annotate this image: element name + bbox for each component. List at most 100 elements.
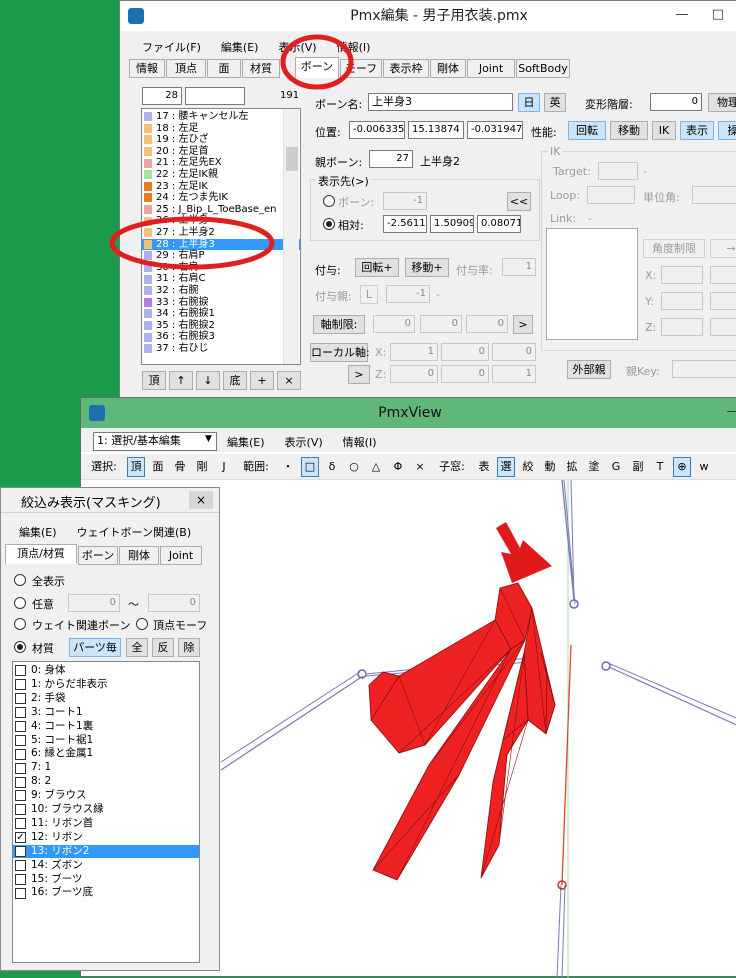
bone-list-item[interactable]: 21 : 左足先EX [142, 157, 300, 169]
list-delete-button[interactable]: × [277, 371, 301, 390]
material-list-item[interactable]: 6: 縁と金属1 [13, 747, 199, 761]
material-checkbox[interactable] [15, 707, 26, 719]
bone-search-input[interactable] [185, 87, 245, 105]
local-x-1[interactable]: 1 [390, 343, 438, 361]
local-arrow-button[interactable]: > [348, 365, 370, 384]
view-toolbar-item[interactable]: × [411, 457, 429, 477]
material-checkbox[interactable] [15, 734, 26, 746]
view-toolbar-item[interactable]: □ [301, 457, 319, 477]
position-x[interactable]: -0.006335 [349, 121, 405, 139]
mask-tab-vertex-material[interactable]: 頂点/材質 [5, 544, 77, 564]
material-list-item[interactable]: 4: コート1裏 [13, 720, 199, 734]
material-checkbox[interactable] [15, 804, 26, 816]
display-bone-input[interactable]: -1 [383, 192, 427, 210]
local-x-3[interactable]: 0 [492, 343, 536, 361]
tab-vertex[interactable]: 頂点 [166, 59, 206, 78]
any-to-input[interactable]: 0 [148, 594, 200, 612]
menu-file[interactable]: ファイル(F) [132, 39, 211, 55]
local-axis-button[interactable]: ローカル軸: [310, 343, 370, 362]
axis-arrow-button[interactable]: > [513, 315, 533, 334]
material-checkbox[interactable] [15, 887, 26, 899]
tab-material[interactable]: 材質 [242, 59, 280, 78]
physics-after-button[interactable]: 物理 [708, 93, 736, 112]
view-menu-view[interactable]: 表示(V) [275, 434, 333, 450]
view-toolbar-item[interactable]: 頂 [127, 457, 145, 477]
material-list-item[interactable]: 2: 手袋 [13, 692, 199, 706]
view-toolbar-item[interactable]: J [215, 457, 233, 477]
view-toolbar-item[interactable]: △ [367, 457, 385, 477]
material-checkbox[interactable] [15, 873, 26, 885]
relative-z[interactable]: 0.08071 [477, 215, 521, 233]
material-list-item[interactable]: 0: 身体 [13, 664, 199, 678]
tab-softbody[interactable]: SoftBody [516, 59, 570, 78]
material-checkbox[interactable] [15, 762, 26, 774]
material-checkbox[interactable] [15, 859, 26, 871]
tab-face[interactable]: 面 [207, 59, 241, 78]
grant-parent-input[interactable]: -1 [386, 285, 430, 303]
ik-y-input-2[interactable] [710, 292, 736, 310]
display-bone-pick-button[interactable]: << [507, 192, 531, 211]
show-all-radio[interactable] [14, 574, 26, 586]
view-minimize-icon[interactable]: — [721, 402, 736, 422]
menu-edit[interactable]: 編集(E) [211, 39, 269, 55]
material-checkbox[interactable]: ✓ [15, 846, 26, 858]
bone-list-item[interactable]: 33 : 右腕捩 [142, 297, 300, 309]
deform-level-input[interactable]: 0 [650, 93, 702, 111]
grant-rate-input[interactable]: 1 [502, 258, 536, 276]
list-add-button[interactable]: + [250, 371, 274, 390]
masking-menu-weight[interactable]: ウェイトボーン関連(B) [67, 524, 202, 540]
axis-y[interactable]: 0 [420, 315, 462, 333]
bone-list-item[interactable]: 34 : 右腕捩1 [142, 308, 300, 320]
bone-list-item[interactable]: 31 : 右肩C [142, 273, 300, 285]
ik-target-input[interactable] [598, 162, 638, 180]
view-toolbar-item[interactable]: 骨 [171, 457, 189, 477]
material-checkbox[interactable] [15, 665, 26, 677]
view-toolbar-item[interactable]: 副 [629, 457, 647, 477]
ik-loop-input[interactable] [587, 186, 635, 204]
axis-z[interactable]: 0 [466, 315, 508, 333]
material-list-item[interactable]: 16: ブーツ底 [13, 886, 199, 900]
weight-bone-radio[interactable] [14, 618, 26, 630]
angle-limit-button[interactable]: 角度制限 [643, 239, 705, 258]
any-radio[interactable] [14, 597, 26, 609]
material-list-item[interactable]: 5: コート裾1 [13, 733, 199, 747]
lang-en-button[interactable]: 英 [544, 93, 566, 112]
view-toolbar-item[interactable]: 表 [475, 457, 493, 477]
list-down-button[interactable]: ↓ [196, 371, 220, 390]
bone-index-input[interactable]: 28 [142, 87, 182, 105]
bone-name-input[interactable]: 上半身3 [368, 93, 513, 111]
view-toolbar-item[interactable]: 選 [497, 457, 515, 477]
axis-limit-button[interactable]: 軸制限: [313, 315, 365, 334]
bone-list-item[interactable]: 37 : 右ひじ [142, 343, 300, 355]
grant-rotate-button[interactable]: 回転+ [355, 258, 399, 277]
bone-list-item[interactable]: 22 : 左足IK親 [142, 169, 300, 181]
mask-tab-bone[interactable]: ボーン [78, 546, 118, 565]
bone-list-item[interactable]: 24 : 左つま先IK [142, 192, 300, 204]
material-list[interactable]: 0: 身体 1: からだ非表示 2: 手袋 3: コート1 4: コート1裏 5: コート… [12, 661, 200, 963]
perf-move-button[interactable]: 移動 [610, 121, 648, 140]
list-top-button[interactable]: 頂 [142, 371, 166, 390]
material-list-item[interactable]: 14: ズボン [13, 858, 199, 872]
view-toolbar-item[interactable]: 動 [541, 457, 559, 477]
any-from-input[interactable]: 0 [68, 594, 120, 612]
tab-joint[interactable]: Joint [467, 59, 515, 78]
ik-arrow-button[interactable]: →C [710, 239, 736, 258]
relative-x[interactable]: -2.5611 [383, 215, 427, 233]
perf-ik-button[interactable]: IK [652, 121, 676, 140]
bone-list-item[interactable]: 35 : 右腕捩2 [142, 320, 300, 332]
material-list-item[interactable]: ✓ 12: リボン [13, 831, 199, 845]
parent-key-input[interactable]: 0 [672, 360, 736, 378]
list-up-button[interactable]: ↑ [169, 371, 193, 390]
view-toolbar-item[interactable]: 拡 [563, 457, 581, 477]
material-list-item[interactable]: 7: 1 [13, 761, 199, 775]
material-checkbox[interactable] [15, 748, 26, 760]
material-list-item[interactable]: 9: ブラウス [13, 789, 199, 803]
bone-list-item[interactable]: 19 : 左ひざ [142, 134, 300, 146]
remove-button[interactable]: 除 [178, 638, 200, 657]
mode-combo-arrow-icon[interactable]: ▼ [205, 434, 212, 444]
material-list-item[interactable]: 11: リボン首 [13, 817, 199, 831]
ik-x-input-2[interactable] [710, 266, 736, 284]
bone-list-item[interactable]: 36 : 右腕捩3 [142, 331, 300, 343]
bone-list-item[interactable]: 20 : 左足首 [142, 146, 300, 158]
view-toolbar-item[interactable]: 面 [149, 457, 167, 477]
